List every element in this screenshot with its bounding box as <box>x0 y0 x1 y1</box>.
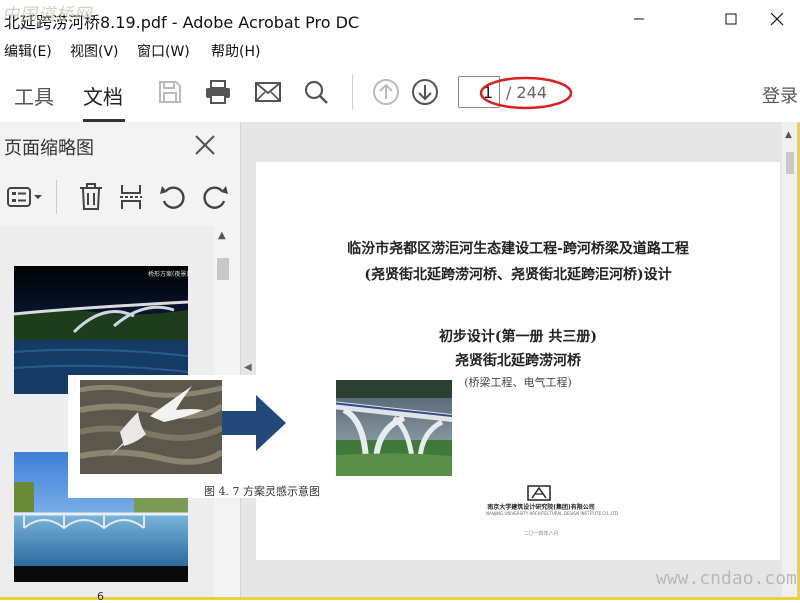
watermark-bottom: www.cndao.com <box>656 568 797 589</box>
page-up-icon <box>373 79 399 105</box>
scroll-up-icon[interactable]: ▲ <box>218 230 226 241</box>
search-button[interactable] <box>300 76 332 108</box>
title-bar: 北延跨涝河桥8.19.pdf - Adobe Acrobat Pro DC 中国… <box>0 0 800 38</box>
document-scrollbar[interactable]: ▲ <box>782 122 797 597</box>
search-icon <box>304 80 328 104</box>
minimize-button[interactable] <box>616 0 662 38</box>
sidebar-toolbar <box>0 170 240 222</box>
tab-tools[interactable]: 工具 <box>14 81 54 110</box>
close-icon <box>770 12 784 26</box>
options-icon <box>7 187 42 207</box>
close-icon <box>195 135 215 155</box>
red-highlight-ellipse <box>479 76 573 110</box>
previous-page-button[interactable] <box>370 76 402 108</box>
print-icon <box>206 80 230 104</box>
thumbnail-sidebar: 页面缩略图 桥形方案(夜景) ▲ 6 <box>0 122 241 603</box>
institute-logo <box>527 485 551 501</box>
sidebar-scroll-thumb[interactable] <box>217 258 229 280</box>
redo-icon <box>203 186 228 209</box>
sidebar-close-button[interactable] <box>192 132 218 158</box>
document-title-line2: (尧贤街北延跨涝河桥、尧贤街北延跨洰河桥)设计 <box>364 267 672 283</box>
sidebar-title: 页面缩略图 <box>4 138 94 159</box>
scroll-up-icon[interactable]: ▲ <box>785 130 792 140</box>
rotate-right-button[interactable] <box>200 182 230 212</box>
email-button[interactable] <box>252 76 284 108</box>
close-window-button[interactable] <box>754 0 800 38</box>
institute-name: 南京大学建筑设计研究院(集团)有限公司 <box>487 504 595 511</box>
maximize-icon <box>725 13 737 25</box>
institute-name-english: NANJING UNIVERSITY ARCHITECTURAL DESIGN … <box>486 511 618 516</box>
menu-edit[interactable]: 编辑(E) <box>4 41 52 61</box>
menu-bar: 编辑(E) 视图(V) 窗口(W) 帮助(H) <box>0 38 800 62</box>
document-date: 二〇一四年八月 <box>523 531 559 537</box>
toolbar: 工具 文档 1 / 244 <box>0 62 800 123</box>
email-icon <box>255 82 281 102</box>
document-scroll-thumb[interactable] <box>786 152 794 174</box>
tab-document[interactable]: 文档 <box>83 81 123 110</box>
delete-icon <box>80 183 102 210</box>
menu-help[interactable]: 帮助(H) <box>211 41 260 61</box>
watermark-top: 中国道桥网 <box>2 5 92 25</box>
rotate-left-button[interactable] <box>158 182 188 212</box>
collapse-panel-icon[interactable]: ◀ <box>244 362 252 373</box>
print-button[interactable] <box>202 76 234 108</box>
figure-caption: 图 4. 7 方案灵感示意图 <box>204 485 320 498</box>
delete-page-button[interactable] <box>76 182 106 212</box>
menu-view[interactable]: 视图(V) <box>70 41 119 61</box>
page-down-icon <box>412 79 438 105</box>
extract-page-button[interactable] <box>116 182 146 212</box>
save-button[interactable] <box>154 76 186 108</box>
menu-window[interactable]: 窗口(W) <box>137 41 190 61</box>
login-link[interactable]: 登录 <box>762 82 798 108</box>
toolbar-separator <box>352 74 353 110</box>
sidebar-separator <box>56 180 57 214</box>
transition-arrow <box>222 395 286 451</box>
maximize-button[interactable] <box>708 0 754 38</box>
thumbnail-options-button[interactable] <box>6 182 44 212</box>
thumb-caption: 桥形方案(夜景) <box>148 270 188 278</box>
save-icon <box>159 81 181 103</box>
pdf-page: 临汾市尧都区涝洰河生态建设工程-跨河桥梁及道路工程 (尧贤街北延跨涝河桥、尧贤街… <box>256 162 780 560</box>
undo-icon <box>160 186 185 209</box>
seagull-photo <box>80 380 222 474</box>
extract-icon <box>120 185 142 209</box>
thumbnail-page-number: 6 <box>97 590 104 603</box>
document-bridge-name: 尧贤街北延跨涝河桥 <box>455 353 581 369</box>
minimize-icon <box>634 18 644 20</box>
inspiration-figure-overlay: 图 4. 7 方案灵感示意图 <box>68 375 336 498</box>
document-title-line1: 临汾市尧都区涝洰河生态建设工程-跨河桥梁及道路工程 <box>347 241 689 257</box>
document-volume: 初步设计(第一册 共三册) <box>438 329 598 345</box>
next-page-button[interactable] <box>409 76 441 108</box>
